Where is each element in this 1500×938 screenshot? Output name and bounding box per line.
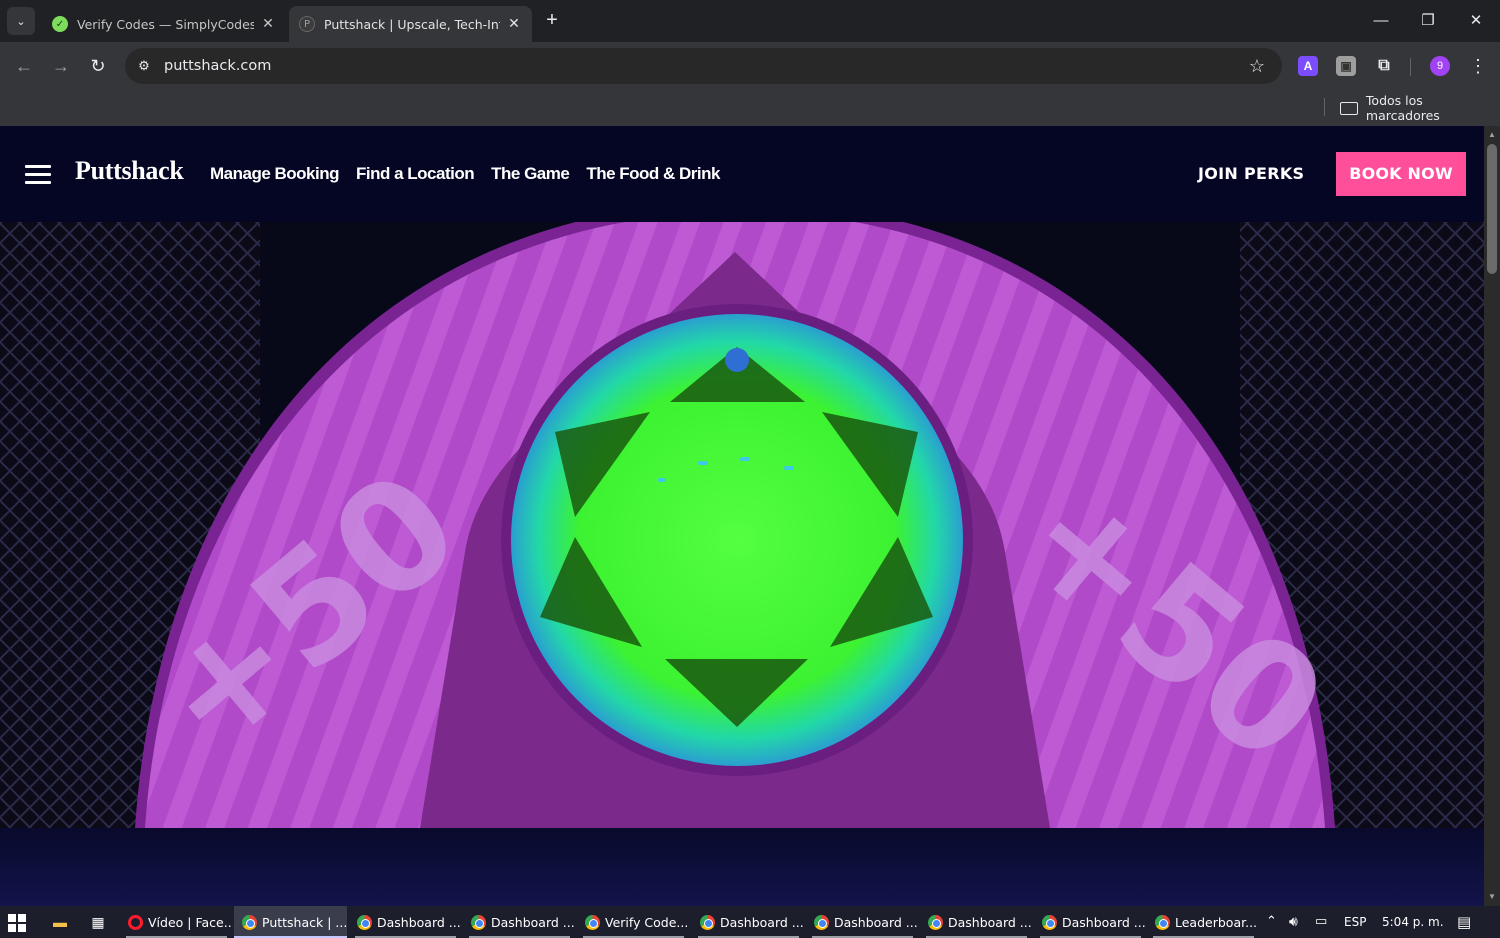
- chrome-icon: [471, 914, 486, 930]
- taskbar-app-label: Dashboard ...: [948, 914, 1032, 930]
- below-hero-section: [0, 828, 1484, 906]
- taskbar-app-label: Dashboard ...: [834, 914, 918, 930]
- bookmarks-bar: Todos los marcadores: [0, 90, 1500, 126]
- profile-avatar[interactable]: 9: [1430, 56, 1450, 76]
- tab-search-button[interactable]: ⌄: [7, 7, 35, 35]
- address-bar[interactable]: ⚙ puttshack.com ☆: [125, 48, 1282, 84]
- minimize-icon[interactable]: —: [1366, 8, 1396, 34]
- taskbar-app-puttshack[interactable]: Puttshack | ...: [234, 906, 347, 938]
- chrome-icon: [814, 914, 829, 930]
- notifications-icon[interactable]: ▤: [1457, 906, 1471, 938]
- taskbar-app-dashboard[interactable]: Dashboard ...: [920, 906, 1033, 938]
- taskbar-app-opera[interactable]: Vídeo | Face...: [120, 906, 233, 938]
- nav-find-location[interactable]: Find a Location: [356, 164, 475, 184]
- puttshack-logo[interactable]: Puttshack: [75, 156, 184, 186]
- chrome-icon: [1042, 914, 1057, 930]
- forward-icon[interactable]: →: [49, 54, 73, 78]
- browser-toolbar: ← → ↻ ⚙ puttshack.com ☆ A ▣ ⧉ 9 ⋮: [0, 42, 1500, 90]
- tab-simplycodes[interactable]: ✓ Verify Codes — SimplyCodes ✕: [42, 6, 286, 42]
- reload-icon[interactable]: ↻: [86, 54, 110, 78]
- language-indicator[interactable]: ESP: [1344, 906, 1366, 938]
- taskbar-app-leaderboard[interactable]: Leaderboar...: [1147, 906, 1260, 938]
- tab-title: Puttshack | Upscale, Tech-Infused: [324, 16, 500, 32]
- folder-icon: [1340, 101, 1358, 115]
- page-viewport: Puttshack Manage Booking Find a Location…: [0, 126, 1484, 906]
- clock[interactable]: 5:04 p. m.: [1382, 906, 1444, 938]
- tab-puttshack[interactable]: P Puttshack | Upscale, Tech-Infused ✕: [289, 6, 532, 42]
- toolbar-divider: [1410, 58, 1411, 76]
- nav-food-drink[interactable]: The Food & Drink: [586, 164, 720, 184]
- bookmarks-divider: [1324, 98, 1325, 116]
- hamburger-menu-icon[interactable]: [25, 165, 51, 185]
- site-settings-icon[interactable]: ⚙: [135, 57, 153, 75]
- taskbar-app-label: Dashboard ...: [720, 914, 804, 930]
- hero-image: +50 +50: [0, 222, 1484, 828]
- tab-title: Verify Codes — SimplyCodes: [77, 16, 254, 32]
- new-tab-button[interactable]: +: [541, 10, 563, 32]
- chrome-icon: [700, 914, 715, 930]
- page-scrollbar[interactable]: ▲ ▼: [1484, 126, 1500, 906]
- taskbar-app-label: Leaderboar...: [1175, 914, 1258, 930]
- store-icon[interactable]: ▦: [88, 913, 108, 931]
- taskbar-app-dashboard[interactable]: Dashboard ...: [806, 906, 919, 938]
- scroll-down-icon[interactable]: ▼: [1484, 890, 1500, 904]
- close-window-icon[interactable]: ✕: [1461, 8, 1491, 34]
- show-hidden-icons-icon[interactable]: ⌃: [1266, 906, 1277, 938]
- file-explorer-icon[interactable]: ▬: [50, 913, 70, 931]
- mini-golf-hole-illustration: +50 +50: [0, 222, 1484, 828]
- taskbar-app-label: Vídeo | Face...: [148, 914, 233, 930]
- taskbar-app-verify-codes[interactable]: Verify Code...: [577, 906, 690, 938]
- taskbar-app-dashboard[interactable]: Dashboard ...: [463, 906, 576, 938]
- taskbar-app-dashboard[interactable]: Dashboard ...: [1034, 906, 1147, 938]
- puttshack-p-icon: P: [299, 16, 315, 32]
- extension-a-icon[interactable]: A: [1298, 56, 1318, 76]
- bookmark-star-icon[interactable]: ☆: [1246, 55, 1268, 77]
- windows-taskbar: ▬ ▦ Vídeo | Face... Puttshack | ... Dash…: [0, 906, 1500, 938]
- url-text[interactable]: puttshack.com: [164, 58, 271, 74]
- taskbar-app-label: Dashboard ...: [377, 914, 461, 930]
- taskbar-app-label: Dashboard ...: [491, 914, 575, 930]
- taskbar-app-dashboard[interactable]: Dashboard ...: [692, 906, 805, 938]
- back-icon[interactable]: ←: [12, 54, 36, 78]
- chrome-icon: [585, 914, 600, 930]
- network-icon[interactable]: ▭: [1315, 906, 1327, 938]
- book-now-button[interactable]: BOOK NOW: [1336, 152, 1466, 196]
- chrome-icon: [1155, 914, 1170, 930]
- restore-icon[interactable]: ❐: [1413, 8, 1443, 34]
- taskbar-app-dashboard[interactable]: Dashboard ...: [349, 906, 462, 938]
- nav-manage-booking[interactable]: Manage Booking: [210, 164, 340, 184]
- chrome-icon: [242, 914, 257, 930]
- tab-close-icon[interactable]: ✕: [506, 16, 522, 32]
- chrome-icon: [357, 914, 372, 930]
- simplycodes-check-icon: ✓: [52, 16, 68, 32]
- extensions-puzzle-icon[interactable]: ⧉: [1374, 56, 1394, 76]
- scroll-up-icon[interactable]: ▲: [1484, 128, 1500, 142]
- volume-icon[interactable]: 🔊︎: [1289, 906, 1298, 938]
- all-bookmarks-label: Todos los marcadores: [1365, 93, 1440, 123]
- taskbar-app-label: Verify Code...: [605, 914, 689, 930]
- browser-menu-icon[interactable]: ⋮: [1468, 54, 1488, 78]
- site-header: Puttshack Manage Booking Find a Location…: [0, 126, 1484, 222]
- tab-close-icon[interactable]: ✕: [260, 16, 276, 32]
- windows-start-icon[interactable]: [8, 914, 26, 932]
- extension-image-icon[interactable]: ▣: [1336, 56, 1356, 76]
- opera-icon: [128, 914, 143, 930]
- taskbar-app-label: Dashboard ...: [1062, 914, 1146, 930]
- all-bookmarks-button[interactable]: Todos los marcadores: [1340, 93, 1500, 123]
- join-perks-link[interactable]: JOIN PERKS: [1198, 164, 1304, 183]
- taskbar-app-label: Puttshack | ...: [262, 914, 347, 930]
- nav-the-game[interactable]: The Game: [491, 164, 570, 184]
- chrome-icon: [928, 914, 943, 930]
- browser-tabstrip: ⌄ ✓ Verify Codes — SimplyCodes ✕ P Putts…: [0, 0, 1500, 42]
- scroll-thumb[interactable]: [1487, 144, 1497, 274]
- main-nav: Manage Booking Find a Location The Game …: [210, 164, 720, 184]
